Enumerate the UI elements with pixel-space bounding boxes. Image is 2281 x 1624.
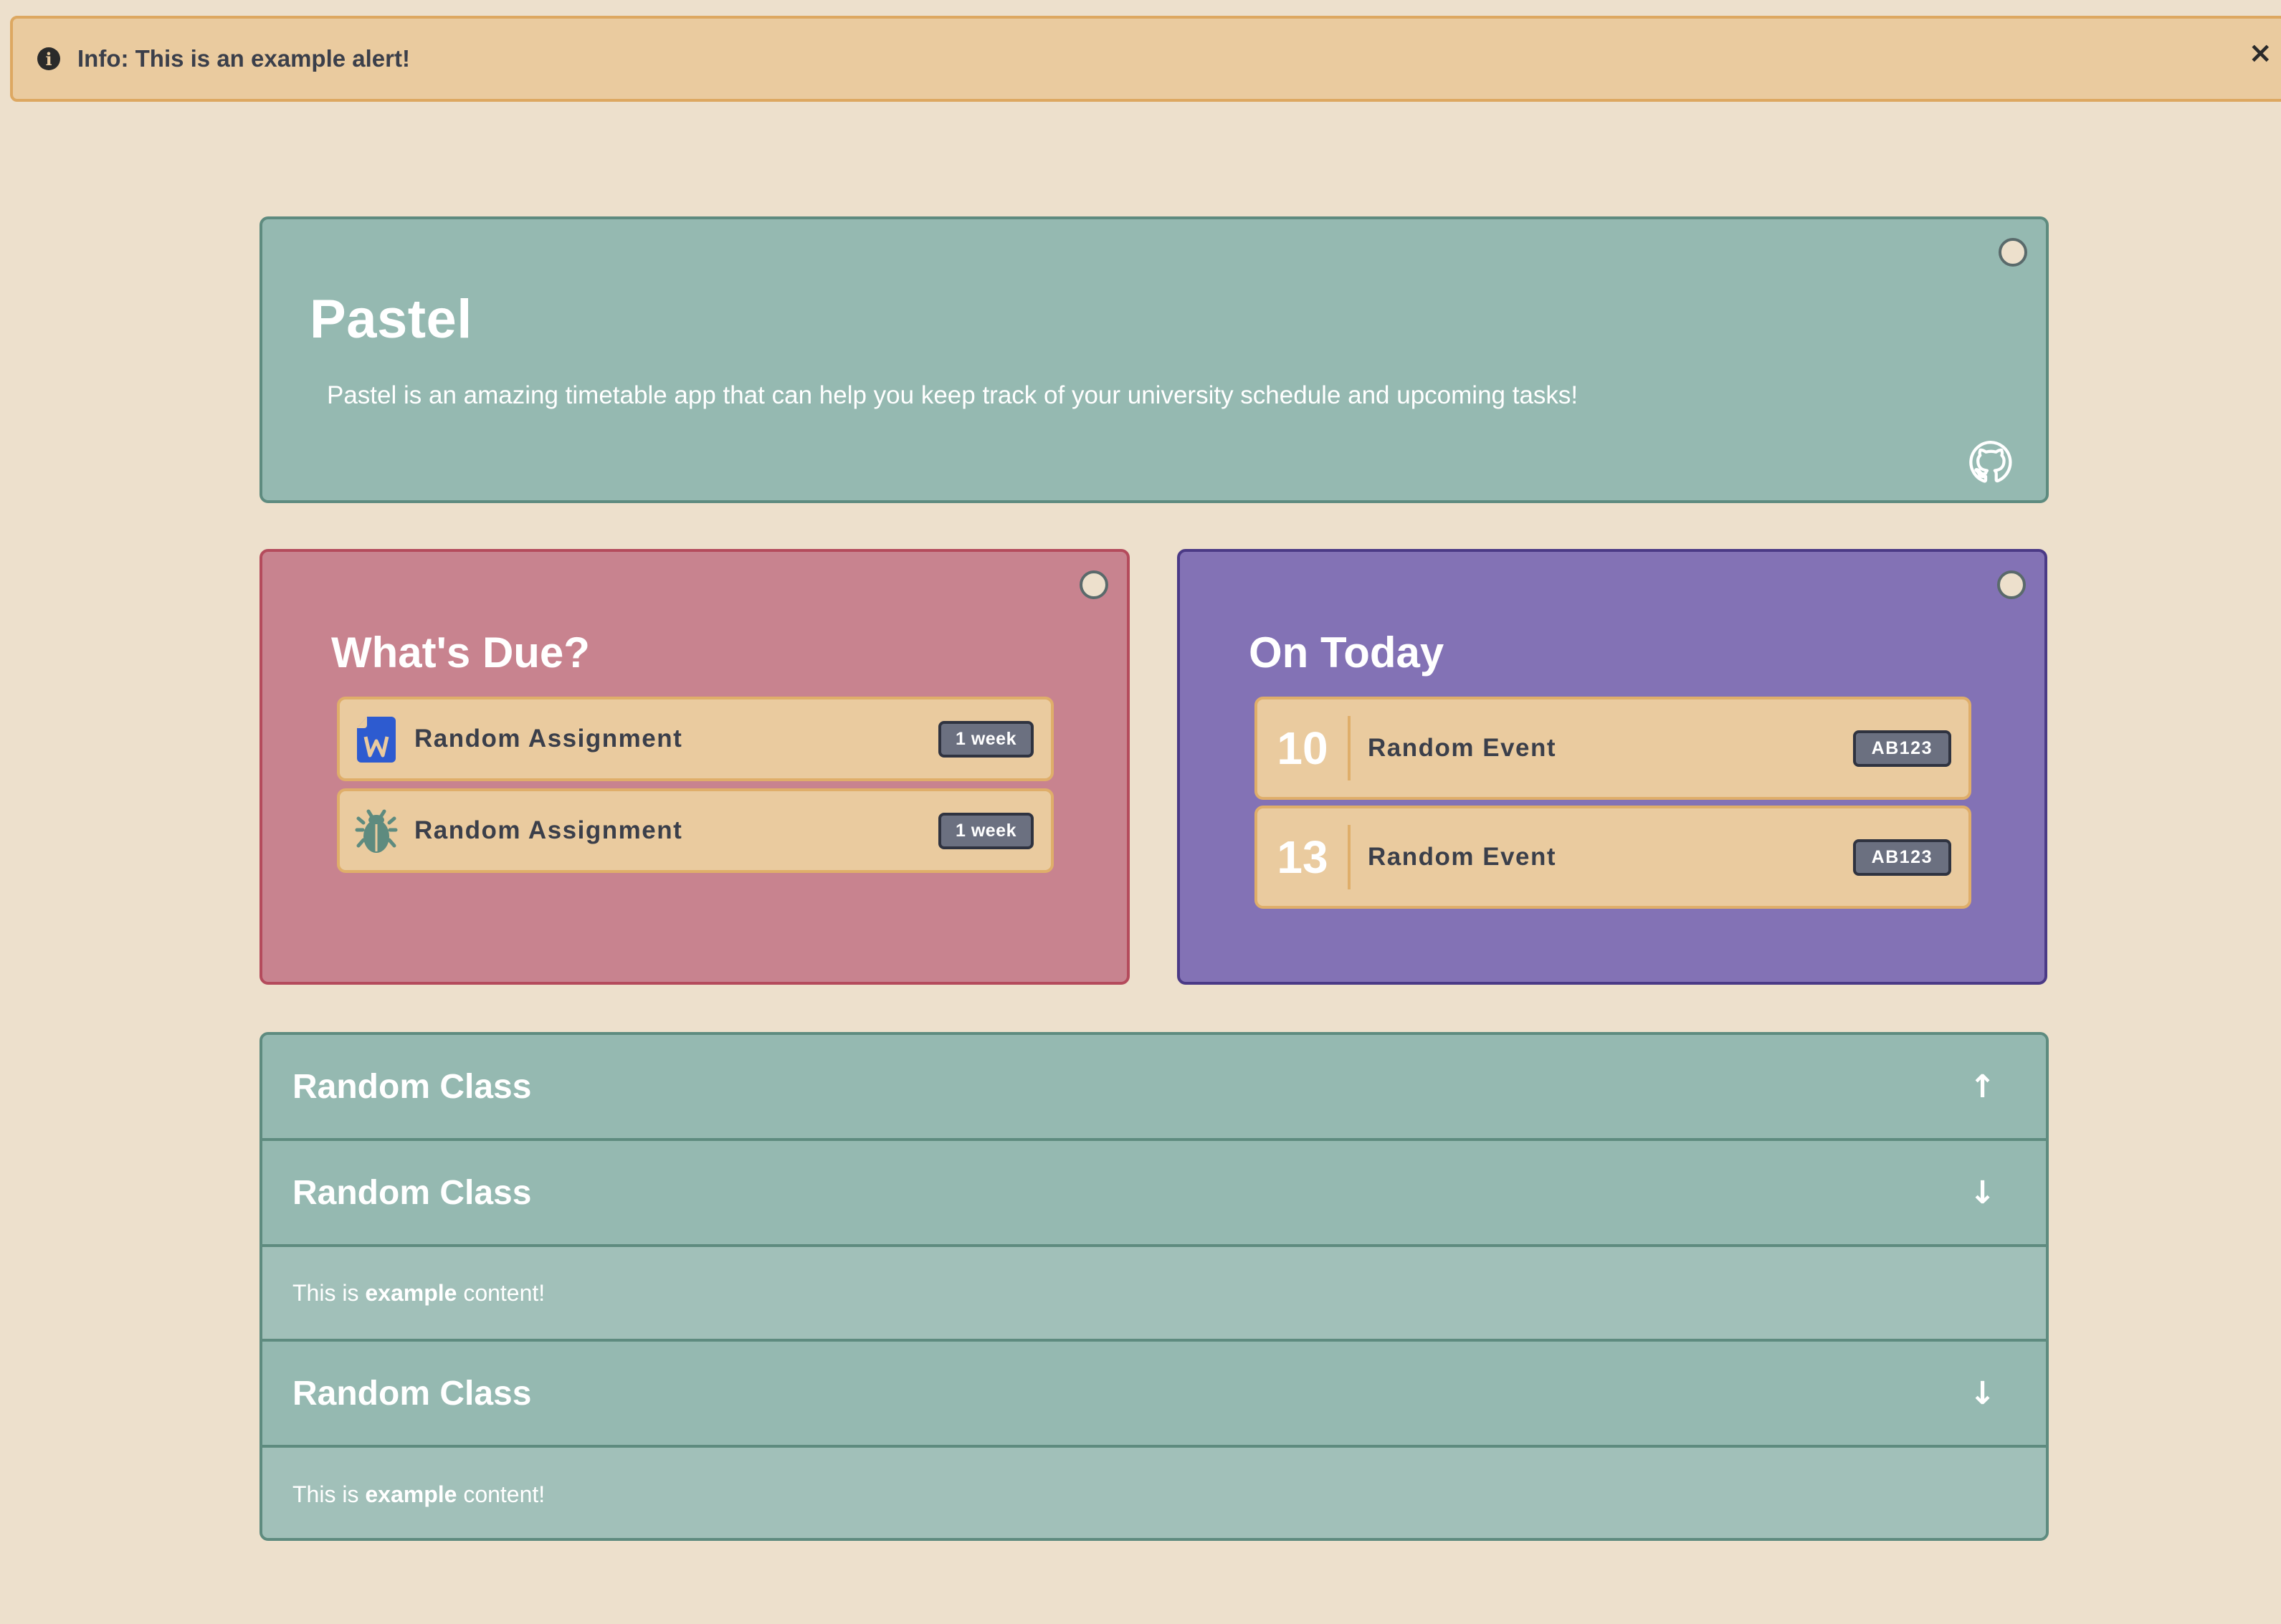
event-day: 10	[1257, 716, 1351, 780]
class-accordion: Random Class ↑ Random Class ↓ This is ex…	[259, 1032, 2049, 1541]
accordion-content: This is example content!	[262, 1247, 2046, 1342]
accordion-content: This is example content!	[262, 1448, 2046, 1538]
accordion-header[interactable]: Random Class ↓	[262, 1141, 2046, 1247]
class-title: Random Class	[292, 1374, 532, 1413]
due-badge: 1 week	[938, 720, 1034, 758]
assignment-label: Random Assignment	[414, 816, 683, 844]
event-day: 13	[1257, 825, 1351, 889]
arrow-down-icon: ↓	[1969, 1174, 1996, 1211]
app-title: Pastel	[310, 289, 472, 350]
assignment-label: Random Assignment	[414, 725, 683, 753]
today-toggle-dot[interactable]	[1997, 570, 2026, 599]
class-title: Random Class	[292, 1173, 532, 1212]
info-alert: i Info: This is an example alert! ×	[10, 16, 2281, 102]
event-item[interactable]: 10 Random Event AB123	[1254, 697, 1971, 800]
arrow-up-icon: ↑	[1969, 1068, 1996, 1105]
word-document-icon	[354, 714, 399, 764]
alert-prefix: Info: This is an	[77, 45, 252, 72]
alert-text: Info: This is an example alert!	[77, 45, 410, 72]
content-prefix: This is	[292, 1481, 366, 1507]
accordion-header[interactable]: Random Class ↑	[262, 1035, 2046, 1141]
assignment-item[interactable]: Random Assignment 1 week	[337, 788, 1054, 873]
content-suffix: content!	[457, 1481, 546, 1507]
alert-suffix: alert!	[346, 45, 410, 72]
content-strong: example	[365, 1279, 457, 1306]
hero-toggle-dot[interactable]	[1999, 238, 2027, 267]
due-badge: 1 week	[938, 812, 1034, 849]
content-suffix: content!	[457, 1279, 546, 1306]
event-label: Random Event	[1368, 734, 1557, 762]
event-code-badge: AB123	[1852, 730, 1951, 767]
github-icon[interactable]	[1968, 440, 2013, 484]
on-today-card: On Today 10 Random Event AB123 13 Random…	[1177, 549, 2047, 985]
assignment-item[interactable]: Random Assignment 1 week	[337, 697, 1054, 781]
hero-card: Pastel Pastel is an amazing timetable ap…	[259, 216, 2049, 503]
alert-strong: example	[251, 45, 346, 72]
accordion-header[interactable]: Random Class ↓	[262, 1342, 2046, 1448]
whats-due-card: What's Due? Random Assignment 1 week Ran…	[259, 549, 1130, 985]
arrow-down-icon: ↓	[1969, 1375, 1996, 1412]
info-icon: i	[37, 47, 60, 70]
due-toggle-dot[interactable]	[1080, 570, 1108, 599]
event-item[interactable]: 13 Random Event AB123	[1254, 806, 1971, 909]
class-title: Random Class	[292, 1067, 532, 1106]
content-strong: example	[365, 1481, 457, 1507]
content-prefix: This is	[292, 1279, 366, 1306]
app-description: Pastel is an amazing timetable app that …	[327, 381, 1578, 409]
due-title: What's Due?	[331, 629, 590, 677]
event-code-badge: AB123	[1852, 839, 1951, 876]
event-label: Random Event	[1368, 843, 1557, 871]
today-title: On Today	[1249, 629, 1444, 677]
bug-icon	[354, 806, 399, 856]
close-icon[interactable]: ×	[2248, 39, 2272, 67]
